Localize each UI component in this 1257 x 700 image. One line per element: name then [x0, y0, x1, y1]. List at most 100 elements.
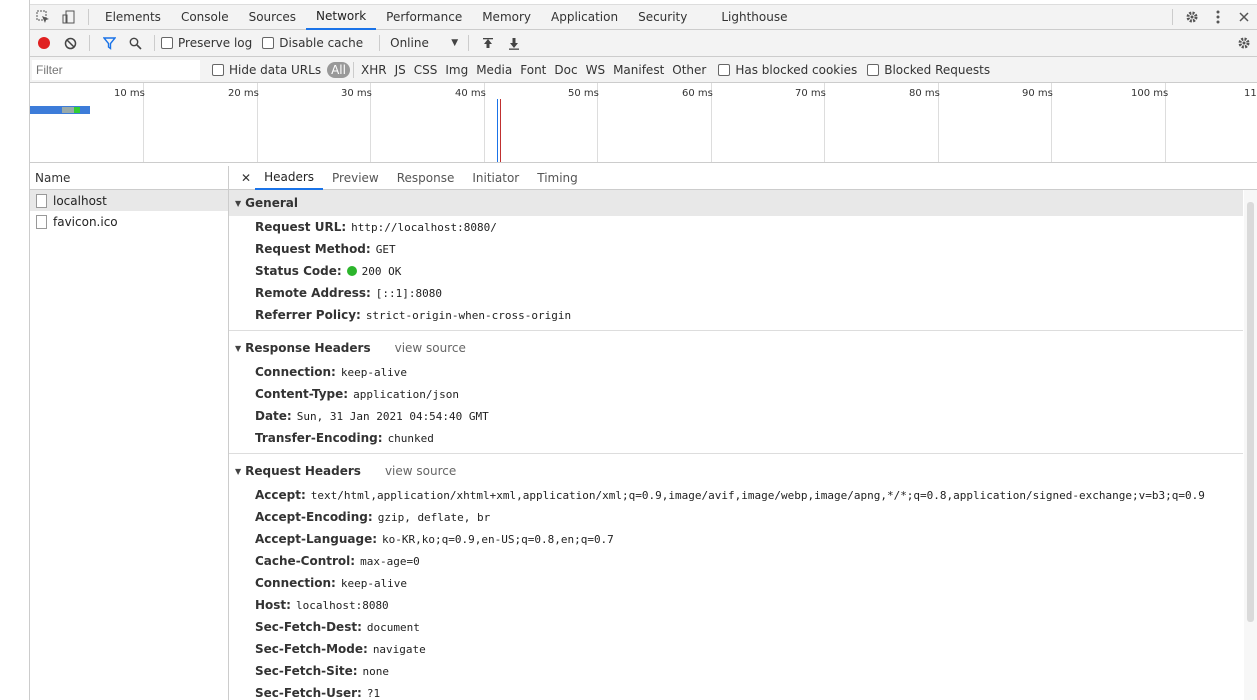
header-value: GET — [375, 242, 396, 256]
header-key: Date: — [255, 409, 292, 423]
name-column-header[interactable]: Name — [30, 166, 228, 190]
view-source-link[interactable]: view source — [385, 464, 456, 478]
filter-type-media[interactable]: Media — [472, 63, 516, 77]
tab-elements[interactable]: Elements — [95, 5, 171, 30]
clear-icon[interactable] — [57, 31, 83, 55]
more-menu-icon[interactable] — [1205, 5, 1231, 29]
general-row: Request URL: http://localhost:8080/ — [229, 216, 1243, 238]
request-headers-section-header[interactable]: ▼ Request Headers view source — [229, 458, 1243, 484]
header-value: strict-origin-when-cross-origin — [365, 308, 572, 322]
network-settings-gear-icon[interactable] — [1231, 31, 1257, 55]
tab-lighthouse[interactable]: Lighthouse — [711, 5, 797, 30]
checkbox-box[interactable] — [262, 37, 275, 49]
section-divider — [229, 330, 1243, 331]
tab-initiator[interactable]: Initiator — [463, 166, 528, 190]
disable-cache-checkbox[interactable]: Disable cache — [262, 36, 363, 50]
blocked-requests-checkbox[interactable]: Blocked Requests — [867, 63, 990, 77]
tab-headers[interactable]: Headers — [255, 166, 324, 190]
response-header-row: Connection: keep-alive — [229, 361, 1243, 383]
inspect-element-icon[interactable] — [30, 5, 56, 29]
request-row-localhost[interactable]: localhost — [30, 190, 228, 211]
filter-type-font[interactable]: Font — [516, 63, 550, 77]
filter-type-css[interactable]: CSS — [410, 63, 442, 77]
header-value: [::1]:8080 — [375, 286, 443, 300]
load-event-line — [500, 99, 501, 162]
waiting-segment — [62, 107, 74, 113]
tab-network[interactable]: Network — [306, 5, 377, 30]
import-har-icon[interactable] — [475, 31, 501, 55]
close-icon[interactable]: ✕ — [237, 171, 255, 185]
tab-preview[interactable]: Preview — [323, 166, 388, 190]
tick-label: 50 ms — [568, 88, 599, 99]
checkbox-box[interactable] — [161, 37, 173, 49]
header-value: localhost:8080 — [295, 598, 389, 612]
header-value: gzip, deflate, br — [377, 510, 491, 524]
tab-response[interactable]: Response — [388, 166, 464, 190]
filter-type-img[interactable]: Img — [441, 63, 472, 77]
checkbox-box[interactable] — [212, 63, 224, 76]
tab-performance[interactable]: Performance — [376, 5, 472, 30]
settings-gear-icon[interactable] — [1179, 5, 1205, 29]
tab-sources[interactable]: Sources — [239, 5, 306, 30]
record-icon[interactable] — [38, 37, 50, 49]
request-header-row: Accept-Encoding: gzip, deflate, br — [229, 506, 1243, 528]
filter-type-xhr[interactable]: XHR — [357, 63, 391, 77]
tab-application[interactable]: Application — [541, 5, 628, 30]
request-header-row: Sec-Fetch-Mode: navigate — [229, 638, 1243, 660]
tick-label: 100 ms — [1131, 88, 1169, 99]
filter-type-all[interactable]: All — [327, 61, 350, 78]
filter-funnel-icon[interactable] — [96, 31, 122, 55]
tick-label: 60 ms — [682, 88, 713, 99]
checkbox-box[interactable] — [867, 63, 880, 76]
close-devtools-icon[interactable] — [1231, 5, 1257, 29]
tick-label: 90 ms — [1022, 88, 1053, 99]
filter-type-doc[interactable]: Doc — [550, 63, 581, 77]
separator — [154, 35, 155, 51]
timeline-overview[interactable]: 10 ms 20 ms 30 ms 40 ms 50 ms 60 ms 70 m… — [30, 83, 1257, 163]
preserve-log-checkbox[interactable]: Preserve log — [161, 36, 252, 50]
tab-timing[interactable]: Timing — [528, 166, 587, 190]
general-row: Status Code: 200 OK — [229, 260, 1243, 282]
header-key: Sec-Fetch-Mode: — [255, 642, 368, 656]
general-title: General — [245, 196, 298, 210]
tab-security[interactable]: Security — [628, 5, 697, 30]
scrollbar-thumb[interactable] — [1247, 202, 1254, 622]
filter-input[interactable] — [32, 59, 200, 80]
separator — [1172, 9, 1173, 25]
device-toolbar-icon[interactable] — [56, 5, 82, 29]
tick-label: 20 ms — [228, 88, 259, 99]
dom-content-loaded-line — [497, 99, 498, 162]
filter-type-ws[interactable]: WS — [582, 63, 609, 77]
header-key: Accept-Encoding: — [255, 510, 373, 524]
scrollbar[interactable] — [1244, 190, 1257, 700]
throttling-select[interactable]: Online ▼ — [386, 36, 462, 50]
hide-data-urls-label: Hide data URLs — [229, 62, 322, 77]
checkbox-box[interactable] — [718, 63, 731, 76]
header-value: application/json — [353, 387, 460, 401]
disable-cache-label: Disable cache — [279, 36, 364, 50]
tab-console[interactable]: Console — [171, 5, 239, 30]
has-blocked-cookies-checkbox[interactable]: Has blocked cookies — [718, 63, 857, 77]
filter-type-manifest[interactable]: Manifest — [609, 63, 668, 77]
header-key: Transfer-Encoding: — [255, 431, 383, 445]
general-section-header[interactable]: ▼ General — [229, 190, 1243, 216]
filter-type-other[interactable]: Other — [668, 63, 710, 77]
header-key: Host: — [255, 598, 291, 612]
general-row: Referrer Policy: strict-origin-when-cross… — [229, 304, 1243, 326]
download-segment — [74, 107, 80, 113]
header-key: Accept: — [255, 488, 306, 502]
request-headers-title: Request Headers — [245, 464, 361, 478]
hide-data-urls-checkbox[interactable]: Hide data URLs — [212, 63, 321, 77]
search-icon[interactable] — [122, 31, 148, 55]
general-row: Request Method: GET — [229, 238, 1243, 260]
request-row-favicon[interactable]: favicon.ico — [30, 211, 228, 232]
tick-label: 110 — [1244, 88, 1257, 99]
tab-memory[interactable]: Memory — [472, 5, 541, 30]
response-headers-section-header[interactable]: ▼ Response Headers view source — [229, 335, 1243, 361]
filter-type-js[interactable]: JS — [391, 63, 410, 77]
view-source-link[interactable]: view source — [395, 341, 466, 355]
export-har-icon[interactable] — [501, 31, 527, 55]
header-key: Sec-Fetch-User: — [255, 686, 362, 700]
request-name: localhost — [53, 193, 107, 208]
devtools-tab-bar: Elements Console Sources Network Perform… — [30, 4, 1257, 30]
